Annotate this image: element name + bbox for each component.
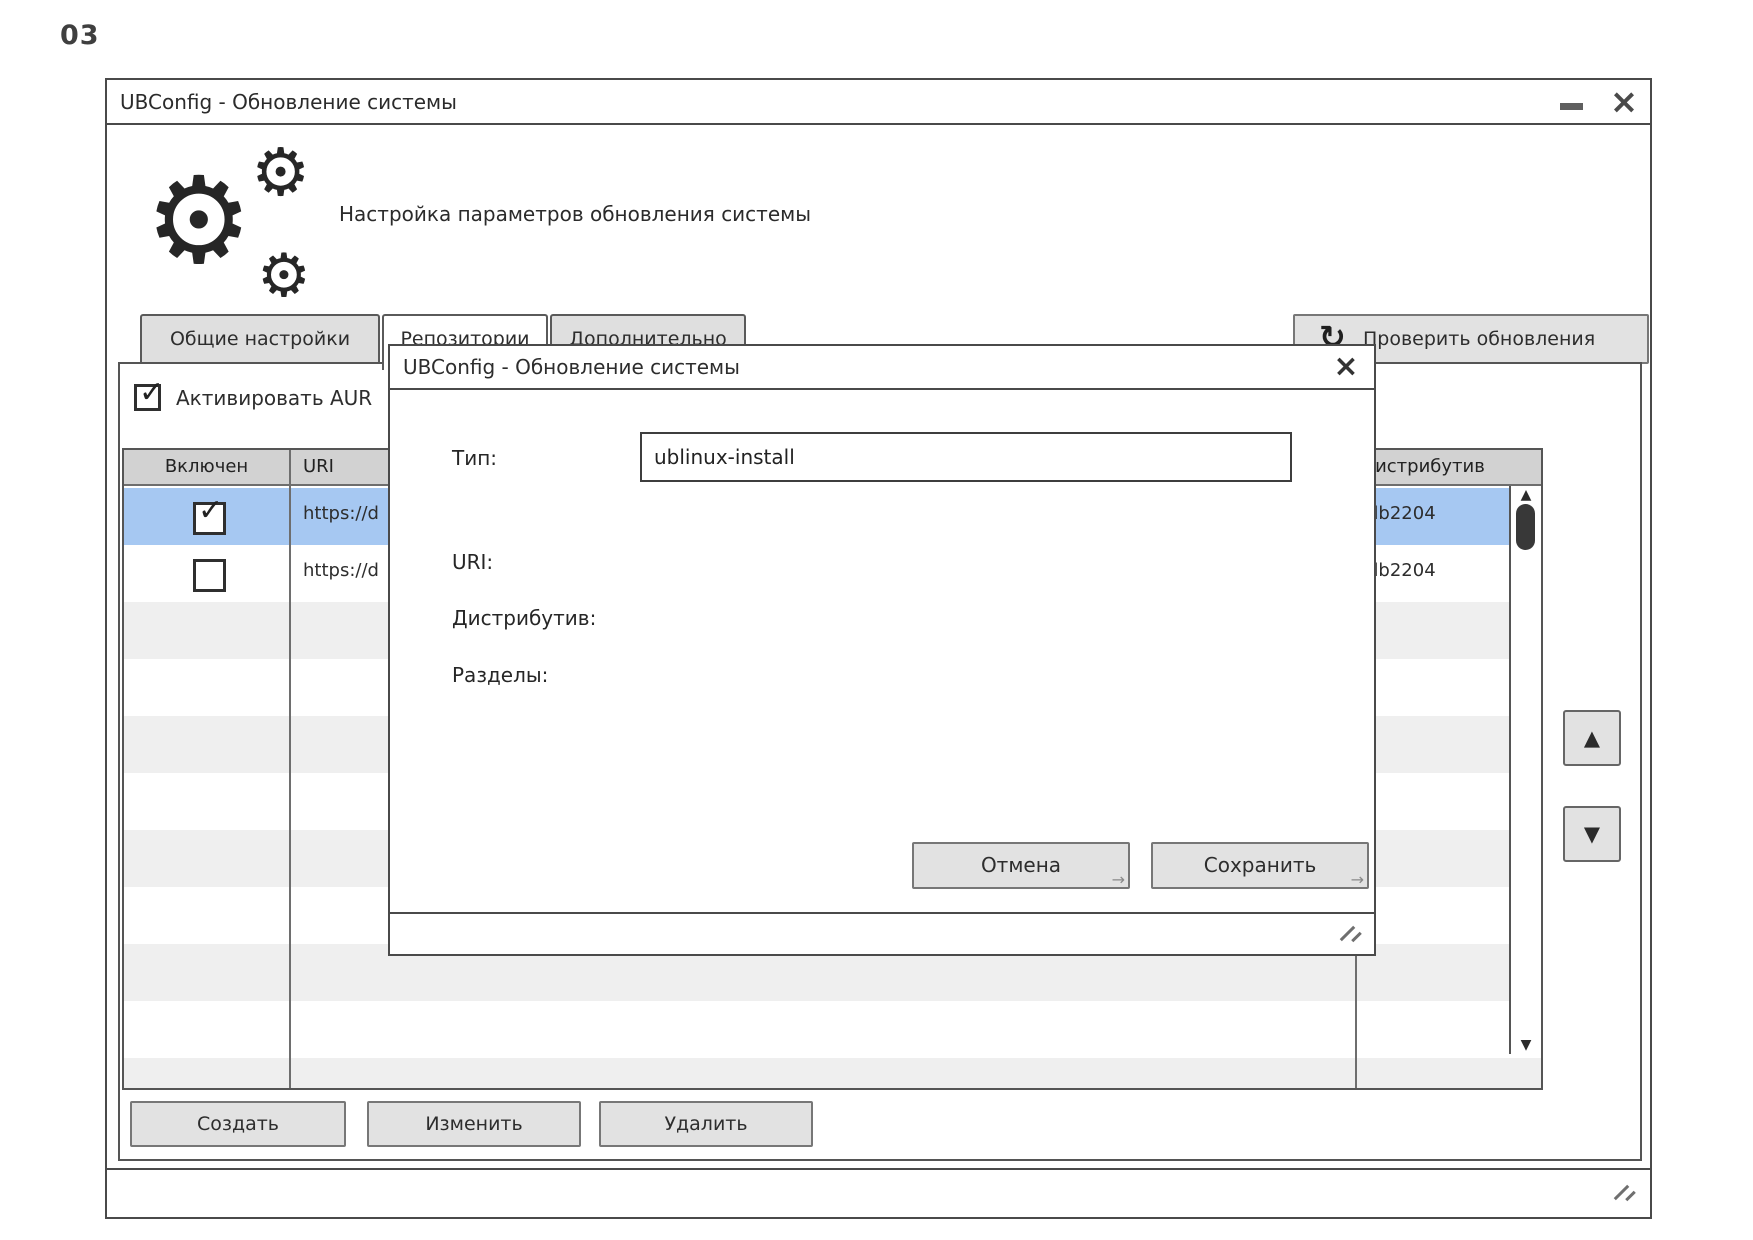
save-button[interactable]: Сохранить → <box>1151 842 1369 889</box>
move-down-button[interactable]: ▼ <box>1563 806 1621 862</box>
page-label: 03 <box>60 20 100 51</box>
grip-line <box>1351 932 1362 943</box>
delete-button[interactable]: Удалить <box>599 1101 813 1147</box>
aur-checkbox[interactable]: ✓ <box>134 384 161 411</box>
grip-line <box>1625 1191 1636 1202</box>
gear-icon: ⚙ <box>257 246 311 306</box>
page-subtitle: Настройка параметров обновления системы <box>339 202 811 226</box>
cell-distro: db2204 <box>1367 503 1436 524</box>
edit-repository-dialog: UBConfig - Обновление системы × Тип: URI… <box>388 344 1376 956</box>
gear-icon: ⚙ <box>145 162 253 282</box>
create-button[interactable]: Создать <box>130 1101 346 1147</box>
type-label: Тип: <box>452 446 497 470</box>
link-arrow-icon: → <box>1112 872 1125 888</box>
check-icon: ✓ <box>139 375 164 410</box>
edit-button[interactable]: Изменить <box>367 1101 581 1147</box>
distro-label: Дистрибутив: <box>452 606 596 630</box>
minimize-button[interactable] <box>1554 80 1588 124</box>
status-bar <box>107 1168 1650 1217</box>
dialog-close-button[interactable]: × <box>1328 346 1364 388</box>
column-header-distro: Дистрибутив <box>1361 450 1485 484</box>
table-scrollbar[interactable]: ▲ ▼ <box>1509 486 1541 1054</box>
row-checkbox-checked[interactable]: ✓ <box>193 502 226 535</box>
column-header-enabled: Включен <box>124 450 289 484</box>
main-titlebar: UBConfig - Обновление системы × <box>107 80 1650 125</box>
gear-icon: ⚙ <box>251 140 310 206</box>
cell-uri: https://d <box>303 503 379 524</box>
cancel-button[interactable]: Отмена → <box>912 842 1130 889</box>
check-updates-label: Проверить обновления <box>1363 316 1595 362</box>
uri-label: URI: <box>452 550 493 574</box>
close-icon: × <box>1610 82 1639 122</box>
create-button-label: Создать <box>197 1113 279 1135</box>
table-row-empty <box>124 1058 1541 1090</box>
dialog-status-bar <box>390 912 1374 954</box>
tab-label: Общие настройки <box>170 328 350 350</box>
type-input[interactable] <box>640 432 1292 482</box>
gears-icon: ⚙ ⚙ ⚙ <box>145 148 325 308</box>
close-button[interactable]: × <box>1606 80 1642 124</box>
tab-general-settings[interactable]: Общие настройки <box>140 314 380 364</box>
table-row-empty <box>124 1001 1541 1058</box>
scroll-up-icon[interactable]: ▲ <box>1511 487 1541 503</box>
aur-checkbox-label: Активировать AUR <box>176 386 372 410</box>
row-checkbox-unchecked[interactable] <box>193 559 226 592</box>
dialog-title: UBConfig - Обновление системы <box>403 346 740 388</box>
up-triangle-icon: ▲ <box>1584 726 1600 750</box>
link-arrow-icon: → <box>1351 872 1364 888</box>
check-icon: ✓ <box>198 493 223 528</box>
resize-grip[interactable] <box>1338 923 1364 945</box>
close-icon: × <box>1333 349 1358 384</box>
save-button-label: Сохранить <box>1204 853 1317 877</box>
window-title: UBConfig - Обновление системы <box>120 80 457 124</box>
scrollbar-thumb[interactable] <box>1516 504 1535 550</box>
scroll-down-icon[interactable]: ▼ <box>1511 1037 1541 1053</box>
column-divider <box>289 450 291 1088</box>
sections-label: Разделы: <box>452 663 548 687</box>
down-triangle-icon: ▼ <box>1584 822 1600 846</box>
cancel-button-label: Отмена <box>981 853 1061 877</box>
cell-distro: db2204 <box>1367 560 1436 581</box>
delete-button-label: Удалить <box>664 1113 747 1135</box>
column-header-uri: URI <box>303 450 334 484</box>
edit-button-label: Изменить <box>425 1113 522 1135</box>
minimize-icon <box>1560 103 1583 110</box>
canvas: 03 UBConfig - Обновление системы × ⚙ ⚙ ⚙… <box>0 0 1753 1240</box>
move-up-button[interactable]: ▲ <box>1563 710 1621 766</box>
resize-grip[interactable] <box>1612 1182 1638 1204</box>
dialog-titlebar: UBConfig - Обновление системы × <box>390 346 1374 390</box>
cell-uri: https://d <box>303 560 379 581</box>
